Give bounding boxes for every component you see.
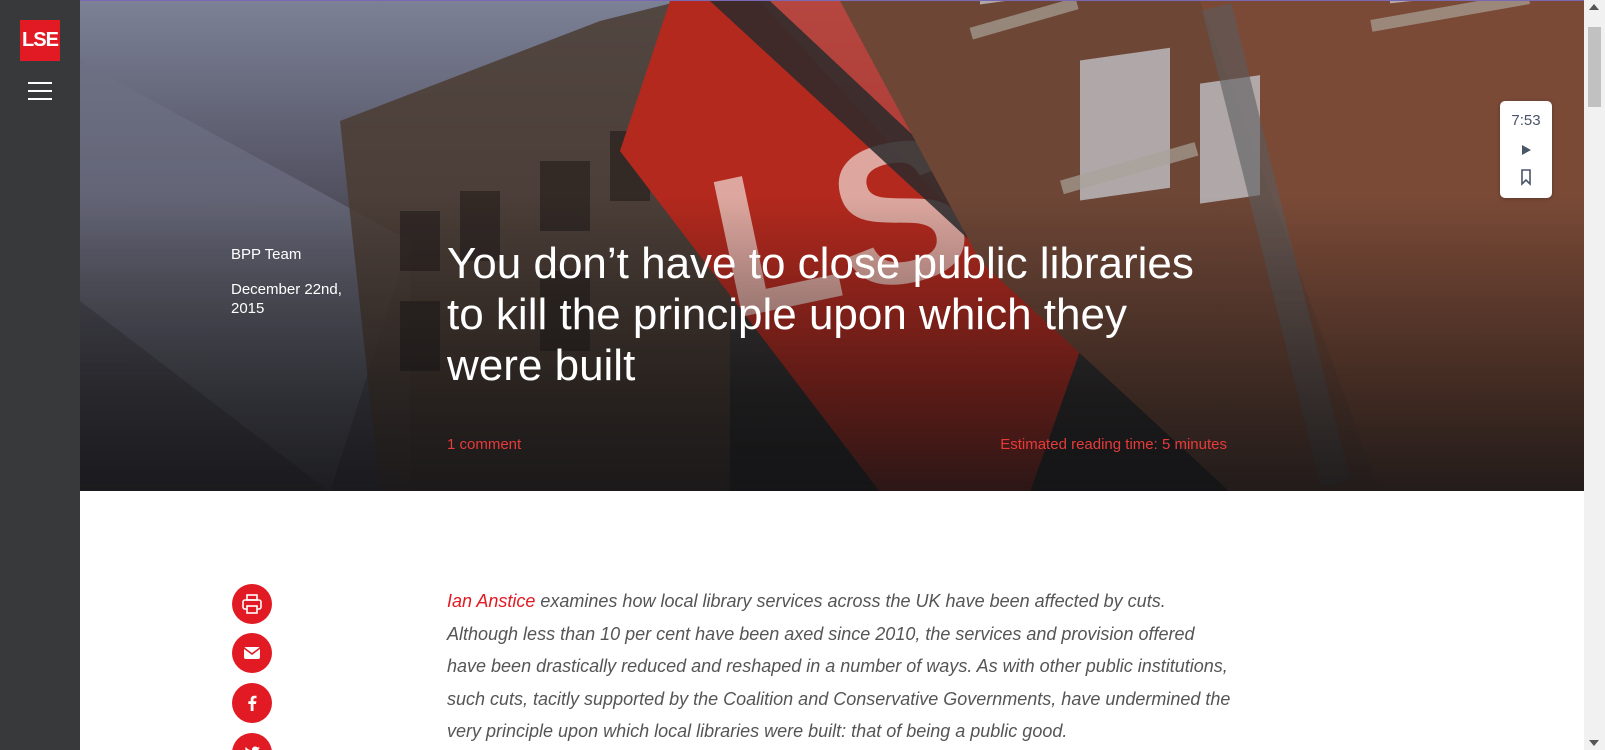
- twitter-icon: [245, 746, 260, 750]
- comments-link[interactable]: 1 comment: [447, 436, 521, 453]
- article-hero: LSE BPP Team December 22nd, 2015 You don…: [80, 0, 1584, 491]
- audio-player-widget: 7:53: [1500, 101, 1552, 198]
- scrollbar-thumb[interactable]: [1588, 27, 1601, 107]
- reading-time: Estimated reading time: 5 minutes: [1000, 436, 1227, 453]
- article-date: December 22nd, 2015: [231, 281, 342, 317]
- author-link[interactable]: Ian Anstice: [447, 591, 535, 611]
- email-share-button[interactable]: [232, 633, 272, 673]
- article-title: You don’t have to close public libraries…: [447, 239, 1194, 390]
- facebook-icon: [248, 695, 257, 711]
- scroll-down-arrow-icon[interactable]: [1589, 740, 1599, 746]
- sidebar: LSE: [0, 0, 80, 750]
- scrollbar[interactable]: [1584, 0, 1605, 750]
- facebook-share-button[interactable]: [232, 683, 272, 723]
- scroll-up-arrow-icon[interactable]: [1589, 4, 1599, 10]
- article-intro: Ian Anstice examines how local library s…: [447, 585, 1237, 748]
- twitter-share-button[interactable]: [232, 733, 272, 750]
- audio-duration: 7:53: [1511, 112, 1541, 129]
- print-button[interactable]: [232, 584, 272, 624]
- print-icon: [242, 594, 262, 614]
- email-icon: [243, 647, 261, 659]
- lse-logo[interactable]: LSE: [20, 20, 60, 61]
- bookmark-icon[interactable]: [1515, 166, 1537, 188]
- play-icon[interactable]: [1515, 139, 1537, 161]
- intro-text: examines how local library services acro…: [447, 591, 1231, 741]
- hamburger-menu-icon[interactable]: [28, 82, 52, 102]
- article-author[interactable]: BPP Team: [231, 246, 301, 263]
